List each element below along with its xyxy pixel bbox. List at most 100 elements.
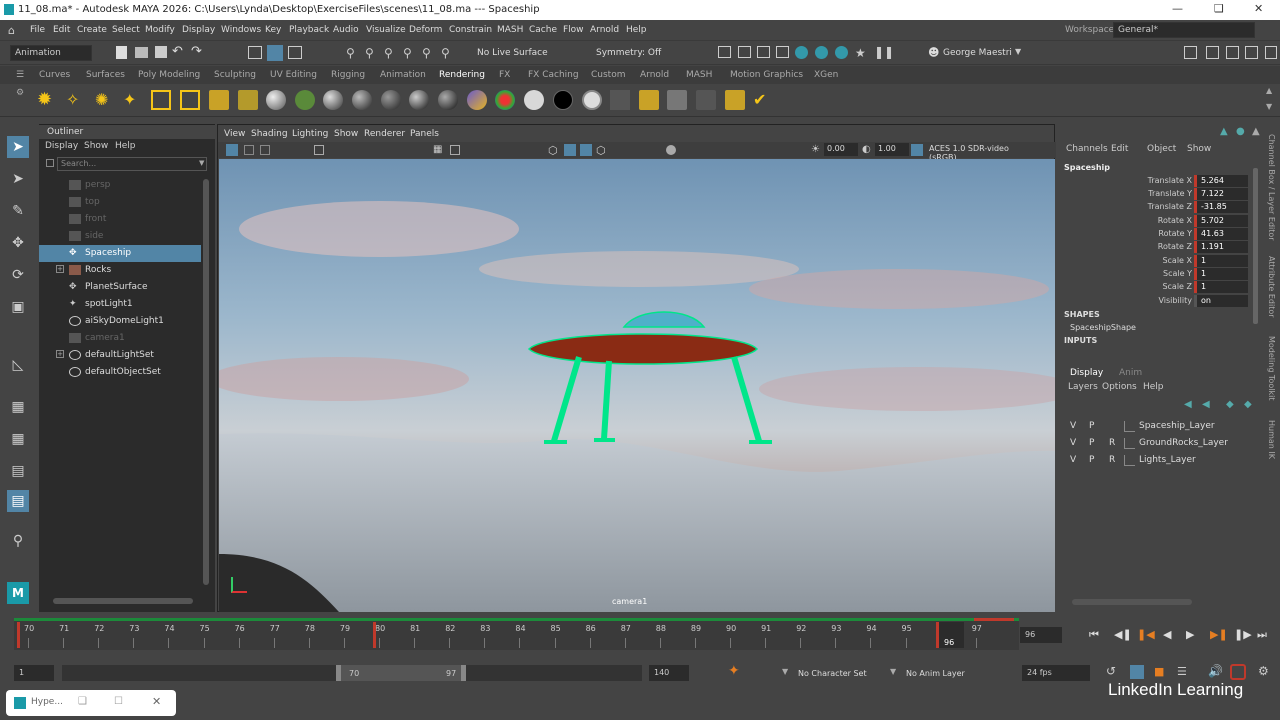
layer-row-groundrocks[interactable]: V P R GroundRocks_Layer xyxy=(1064,436,1259,452)
render-view-icon[interactable] xyxy=(718,46,731,58)
attr-value[interactable]: 5.264 xyxy=(1194,175,1248,187)
ipr-render-icon[interactable] xyxy=(757,46,770,58)
outliner-menu-help[interactable]: Help xyxy=(115,141,136,151)
layer-reference-toggle[interactable]: R xyxy=(1109,438,1115,448)
attr-value[interactable]: 1 xyxy=(1194,281,1248,293)
layer-menu-help[interactable]: Help xyxy=(1143,382,1164,392)
tab-rigging[interactable]: Rigging xyxy=(331,70,365,80)
directional-light-icon[interactable]: ✧ xyxy=(66,90,86,110)
point-light-icon[interactable]: ✺ xyxy=(95,90,115,110)
anisotropic-shader-icon[interactable] xyxy=(409,90,429,110)
menu-cache[interactable]: Cache xyxy=(529,25,557,35)
animation-end-field[interactable]: 140 xyxy=(649,665,689,681)
render-frame-icon[interactable] xyxy=(738,46,751,58)
hypershade-shelf-icon[interactable] xyxy=(295,90,315,110)
modeling-toolkit-icon[interactable] xyxy=(1184,46,1197,59)
menu-create[interactable]: Create xyxy=(77,25,107,35)
shelf-scroll-down-icon[interactable]: ▼ xyxy=(1266,102,1272,111)
ambient-light-icon[interactable]: ✹ xyxy=(37,90,57,110)
shelf-scroll-up-icon[interactable]: ▲ xyxy=(1266,86,1272,95)
outliner-horizontal-scrollbar[interactable] xyxy=(53,598,193,604)
menu-audio[interactable]: Audio xyxy=(333,25,359,35)
paint-select-tool-icon[interactable]: ✎ xyxy=(7,200,29,222)
tab-poly-modeling[interactable]: Poly Modeling xyxy=(138,70,200,80)
chevron-down-icon[interactable]: ▼ xyxy=(199,159,204,167)
tab-rendering[interactable]: Rendering xyxy=(439,70,485,80)
snap-point-icon[interactable]: ⚲ xyxy=(384,46,393,60)
expand-icon[interactable]: + xyxy=(56,350,64,358)
new-layer-selected-icon[interactable]: ◆ xyxy=(1244,399,1252,410)
layer-color-swatch[interactable] xyxy=(1124,421,1135,432)
ramp-shader-icon[interactable] xyxy=(467,90,487,110)
outliner-item-front[interactable]: front xyxy=(39,211,201,228)
maximize-icon[interactable]: ☐ xyxy=(114,696,123,707)
render-grid-icon[interactable] xyxy=(610,90,630,110)
snap-vertex-icon[interactable]: ⚲ xyxy=(441,46,450,60)
tab-arnold[interactable]: Arnold xyxy=(640,70,669,80)
channel-box-mode-icon[interactable]: ▲ xyxy=(1220,126,1228,137)
light-link-icon[interactable] xyxy=(238,90,258,110)
outliner-item-spaceship[interactable]: ✥ Spaceship xyxy=(39,245,201,262)
menu-mash[interactable]: MASH xyxy=(497,25,523,35)
outliner-layout-icon[interactable]: ▤ xyxy=(7,460,29,482)
go-to-end-icon[interactable]: ⏭ xyxy=(1257,628,1267,642)
smooth-shade-icon[interactable] xyxy=(564,144,576,156)
tab-fx-caching[interactable]: FX Caching xyxy=(528,70,579,80)
time-slider[interactable]: 70 71 72 73 74 75 76 77 78 79 80 81 82 83 84 85 86 87 88 89… xyxy=(14,618,1019,650)
arnold-ipr-icon[interactable]: ★ xyxy=(855,46,866,60)
outliner-vertical-scrollbar[interactable] xyxy=(203,179,209,585)
attr-visibility[interactable]: Visibility on xyxy=(1060,295,1250,308)
loop-icon[interactable]: ↺ xyxy=(1106,664,1116,678)
outliner-item-top[interactable]: top xyxy=(39,194,201,211)
render-check-icon[interactable]: ✔ xyxy=(753,90,773,110)
layer-visibility-toggle[interactable]: V xyxy=(1070,421,1076,431)
viewport-menu-show[interactable]: Show xyxy=(334,129,358,139)
animation-prefs-icon[interactable]: ☰ xyxy=(1177,665,1187,678)
snap-grid-icon[interactable]: ⚲ xyxy=(346,46,355,60)
current-frame-field[interactable]: 96 xyxy=(1020,627,1062,643)
show-menu[interactable]: Show xyxy=(1187,144,1211,154)
select-object-icon[interactable] xyxy=(267,45,283,61)
blinn-shader-icon[interactable] xyxy=(266,90,286,110)
tab-channel-box-layer-editor[interactable]: Channel Box / Layer Editor xyxy=(1267,134,1276,241)
layer-playback-toggle[interactable]: P xyxy=(1089,421,1094,431)
attr-scale-x[interactable]: Scale X1 xyxy=(1060,255,1250,268)
step-forward-frame-icon[interactable]: ❚▶ xyxy=(1234,628,1252,641)
float-panel-icon[interactable]: ▲ xyxy=(1252,126,1260,137)
layer-row-spaceship[interactable]: V P Spaceship_Layer xyxy=(1064,419,1259,435)
snap-view-icon[interactable]: ⚲ xyxy=(403,46,412,60)
new-scene-icon[interactable] xyxy=(116,46,127,59)
shape-node-name[interactable]: SpaceshipShape xyxy=(1070,323,1136,332)
keyframe-marker[interactable] xyxy=(373,622,376,648)
single-view-layout-icon[interactable]: ▦ xyxy=(7,396,29,418)
play-forward-icon[interactable]: ▶ xyxy=(1186,628,1194,641)
attr-rotate-z[interactable]: Rotate Z 1.191 xyxy=(1060,241,1250,254)
cache-playback-icon[interactable] xyxy=(1230,664,1246,680)
minimize-icon[interactable]: — xyxy=(1172,2,1183,15)
outliner-item-rocks[interactable]: + Rocks xyxy=(39,262,201,279)
layer-color-swatch[interactable] xyxy=(1124,455,1135,466)
restore-icon[interactable]: ❑ xyxy=(78,696,87,707)
tool-settings-icon[interactable] xyxy=(1226,46,1239,59)
undo-icon[interactable]: ↶ xyxy=(172,44,183,59)
camera-icon[interactable] xyxy=(209,90,229,110)
tab-uv-editing[interactable]: UV Editing xyxy=(270,70,317,80)
menu-edit[interactable]: Edit xyxy=(53,25,70,35)
tab-surfaces[interactable]: Surfaces xyxy=(86,70,125,80)
menu-windows[interactable]: Windows xyxy=(221,25,261,35)
chevron-down-icon[interactable]: ▼ xyxy=(890,667,896,676)
menu-select[interactable]: Select xyxy=(112,25,140,35)
live-surface-label[interactable]: No Live Surface xyxy=(477,48,548,58)
layer-reference-toggle[interactable]: R xyxy=(1109,455,1115,465)
tab-fx[interactable]: FX xyxy=(499,70,510,80)
animation-preferences-icon[interactable]: ⚙ xyxy=(1258,664,1269,678)
outliner-menu-display[interactable]: Display xyxy=(45,141,78,151)
character-set-dropdown[interactable]: No Character Set xyxy=(798,669,867,678)
attr-rotate-x[interactable]: Rotate X 5.702 xyxy=(1060,215,1250,228)
lambert-shader-icon[interactable] xyxy=(323,90,343,110)
layer-editor-horizontal-scrollbar[interactable] xyxy=(1072,599,1192,605)
anim-layer-dropdown[interactable]: No Anim Layer xyxy=(906,669,965,678)
tab-human-ik[interactable]: Human IK xyxy=(1267,420,1276,459)
attr-value[interactable]: 41.63 xyxy=(1194,228,1248,240)
layer-playback-toggle[interactable]: P xyxy=(1089,438,1094,448)
